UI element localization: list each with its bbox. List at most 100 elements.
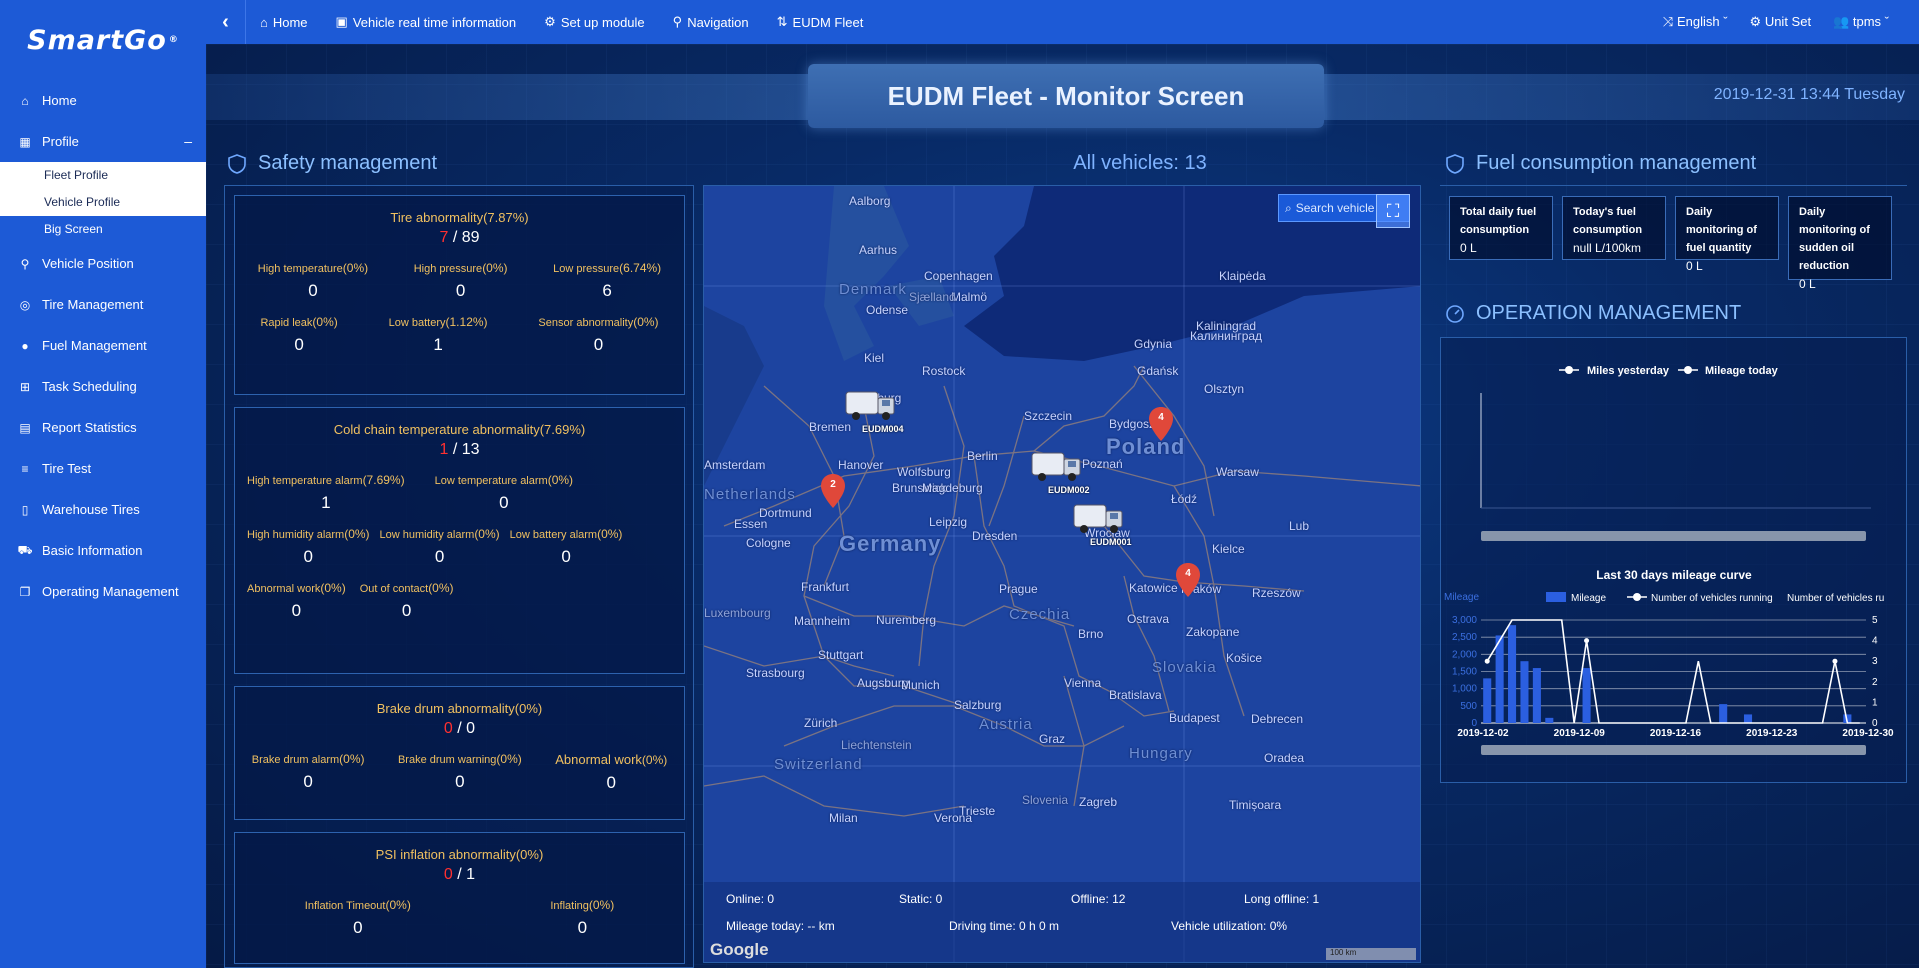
map-label-milan: Milan [829, 811, 858, 825]
sidebar-subitem-big-screen[interactable]: Big Screen [0, 216, 206, 243]
brake-row-1: Brake drum alarm(0%) 0 Brake drum warning… [235, 752, 684, 793]
map-label-gda-sk: Gdańsk [1137, 364, 1179, 378]
truck-icon: ⛟ [17, 542, 33, 557]
sidebar-item-tire-management[interactable]: ◎ Tire Management [0, 284, 206, 325]
high-temp-alarm-stat: High temperature alarm(7.69%) 1 [247, 473, 405, 512]
cluster-count: 2 [830, 479, 836, 490]
sidebar-item-report-statistics[interactable]: ▤ Report Statistics [0, 407, 206, 448]
vehicle-utilization: Vehicle utilization: 0% [1171, 919, 1288, 933]
sidebar-subitem-fleet-profile[interactable]: Fleet Profile [0, 162, 206, 189]
y-tick-label: 1,000 [1452, 684, 1477, 695]
tire-abnormality-card: Tire abnormality(7.87%) 7 / 89 High temp… [234, 195, 685, 395]
shield-icon [228, 153, 246, 174]
brake-drum-card: Brake drum abnormality(0%) 0 / 0 Brake d… [234, 686, 685, 820]
sidebar-item-fuel-management[interactable]: ● Fuel Management [0, 325, 206, 366]
map-label-dresden: Dresden [972, 529, 1018, 543]
cogs-icon: ⚙ [1749, 14, 1765, 29]
map-label-aalborg: Aalborg [849, 194, 891, 208]
cluster-pin[interactable]: 2 [820, 473, 846, 509]
map-scale: 100 km [1326, 948, 1416, 960]
sidebar-item-vehicle-position[interactable]: ⚲ Vehicle Position [0, 243, 206, 284]
vehicle-map[interactable]: Aalborg Aarhus Denmark Odense Copenhagen Malm… [703, 185, 1421, 963]
online-count: Online: 0 [726, 892, 775, 906]
map-label-czechia: Czechia [1009, 606, 1071, 623]
map-stats-bar: Online: 0 Static: 0 Offline: 12 Long off… [704, 882, 1420, 962]
truck-icon[interactable]: EUDM004 [842, 386, 904, 434]
operation-panel: Miles yesterday Mileage today Last 30 da… [1440, 337, 1907, 783]
safety-section-title: Safety management [226, 152, 437, 175]
map-label-katowice: Katowice [1129, 581, 1178, 595]
brake-abnormal-work-stat: Abnormal work(0%) 0 [555, 752, 668, 792]
cold-chain-card: Cold chain temperature abnormality(7.69%… [234, 407, 685, 674]
mileage-chart: Last 30 days mileage curve Mileage Number … [1444, 568, 1894, 755]
y2-tick-label: 2 [1872, 677, 1878, 688]
map-label-liechtenstein: Liechtenstein [841, 738, 912, 752]
topnav-navigation[interactable]: ⚲ Navigation [659, 0, 763, 44]
fullscreen-button[interactable]: ⛶ [1376, 194, 1410, 228]
map-label-malm-: Malmö [951, 290, 988, 304]
shield-icon [1446, 153, 1464, 174]
truck-icon[interactable]: EUDM001 [1070, 499, 1132, 547]
sidebar-item-profile[interactable]: ▦ Profile – [0, 121, 206, 162]
x-tick-label: 2019-12-23 [1746, 728, 1798, 739]
doc-icon: ❐ [19, 584, 31, 599]
tire-icon: ◎ [19, 297, 31, 312]
top-navbar: ‹ ⌂ Home ▣ Vehicle real time information ⚙… [206, 0, 1919, 44]
user-menu[interactable]: 👥 tpms ˇ [1833, 14, 1889, 30]
language-dropdown[interactable]: ⤨ English ˇ [1663, 14, 1728, 30]
list-icon: ≡ [21, 461, 29, 476]
sidebar-item-warehouse-tires[interactable]: ▯ Warehouse Tires [0, 489, 206, 530]
pin-icon: ⚲ [672, 14, 683, 29]
map-label-nuremberg: Nuremberg [876, 613, 937, 627]
table-icon: ▤ [19, 420, 31, 435]
drop-icon: ● [21, 338, 29, 353]
legend-mileage-swatch [1546, 592, 1566, 602]
high-temperature-stat: High temperature(0%) 0 [257, 261, 369, 300]
cluster-count: 4 [1185, 568, 1191, 579]
cluster-pin[interactable]: 4 [1175, 562, 1201, 598]
topnav-home[interactable]: ⌂ Home [246, 0, 322, 44]
map-label-hanover: Hanover [838, 458, 884, 472]
map-label-brno: Brno [1078, 627, 1104, 641]
gear-icon: ⚙ [544, 14, 556, 29]
vehicles-point [1832, 658, 1838, 664]
google-logo: Google [710, 940, 769, 959]
map-label-zagreb: Zagreb [1079, 795, 1118, 809]
cluster-count: 4 [1158, 412, 1164, 423]
mileage-bar [1582, 668, 1591, 723]
map-label-germany: Germany [839, 531, 942, 556]
home-icon: ⌂ [260, 14, 268, 30]
map-label-bratislava: Bratislava [1109, 688, 1162, 702]
map-label-lub: Lub [1289, 519, 1310, 533]
map-label-aarhus: Aarhus [859, 243, 898, 257]
sidebar-item-basic-information[interactable]: ⛟ Basic Information [0, 530, 206, 571]
topnav-eudm-fleet[interactable]: ⇅ EUDM Fleet [763, 0, 878, 44]
truck-icon[interactable]: EUDM002 [1028, 447, 1090, 495]
back-button[interactable]: ‹ [206, 0, 246, 44]
tire-row-2: Rapid leak(0%) 0 Low battery(1.12%) 1 Sens… [235, 315, 684, 355]
map-label-denmark: Denmark [839, 281, 907, 298]
y2-tick-label: 1 [1872, 697, 1878, 708]
sidebar-subitem-vehicle-profile[interactable]: Vehicle Profile [0, 189, 206, 216]
miles-chart-scrollbar [1481, 531, 1866, 541]
collapse-icon[interactable]: – [184, 133, 192, 149]
topnav-setup-module[interactable]: ⚙ Set up module [530, 0, 659, 44]
sidebar-item-home[interactable]: ⌂ Home [0, 80, 206, 121]
legend-today-marker [1684, 366, 1692, 374]
high-humidity-stat: High humidity alarm(0%) 0 [247, 527, 370, 566]
unit-set-button[interactable]: ⚙ Unit Set [1750, 14, 1812, 30]
map-label-austria: Austria [979, 716, 1033, 733]
map-label-frankfurt: Frankfurt [801, 580, 850, 594]
sidebar-item-operating-management[interactable]: ❐ Operating Management [0, 571, 206, 612]
smartgo-logo[interactable]: SmartGo ® [0, 0, 206, 80]
legend-today-label: Mileage today [1705, 365, 1779, 377]
mileage-bar [1483, 678, 1492, 723]
cluster-pin[interactable]: 4 [1148, 406, 1174, 442]
map-label-magdeburg: Magdeburg [922, 481, 983, 495]
vehicles-point [1584, 638, 1590, 644]
sidebar-item-tire-test[interactable]: ≡ Tire Test [0, 448, 206, 489]
map-label-berlin: Berlin [967, 449, 998, 463]
map-label-munich: Munich [901, 678, 940, 692]
sidebar-item-task-scheduling[interactable]: ⊞ Task Scheduling [0, 366, 206, 407]
topnav-vehicle-realtime[interactable]: ▣ Vehicle real time information [322, 0, 531, 44]
